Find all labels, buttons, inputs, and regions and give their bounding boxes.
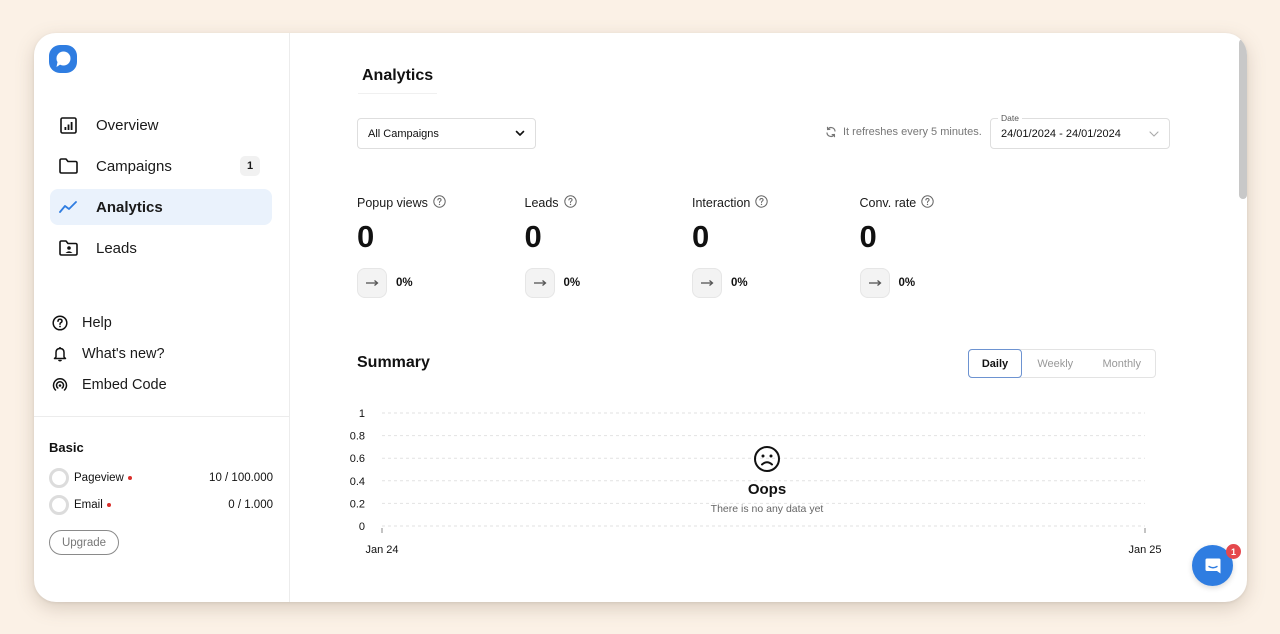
sidebar-item-campaigns[interactable]: Campaigns 1 [50,148,272,184]
help-circle-icon[interactable] [921,195,934,211]
sidebar-item-label: Campaigns [96,157,172,175]
empty-state: Oops There is no any data yet [702,445,832,515]
sidebar-item-overview[interactable]: Overview [50,107,272,143]
sidebar-item-label: Help [82,314,112,331]
stat-interaction: Interaction 0 0% [692,195,860,298]
secondary-nav: Help What's new? Embed Code [50,307,272,400]
sidebar-item-label: Leads [96,239,137,257]
chat-unread-badge: 1 [1226,544,1241,559]
stat-value: 0 [524,219,542,254]
usage-progress-ring [49,494,69,515]
y-tick-label: 0 [359,521,365,533]
stat-change: 0% [396,277,413,289]
sidebar-item-label: Analytics [96,198,163,216]
arrow-right-icon [524,268,555,298]
upgrade-button[interactable]: Upgrade [49,530,119,555]
usage-row-pageview: Pageview 10 / 100.000 [49,464,273,491]
bar-chart-icon [58,115,78,135]
stat-value: 0 [357,219,375,254]
y-tick-label: 1 [359,408,365,420]
campaign-select[interactable]: All Campaigns [357,118,536,149]
stats-row: Popup views 0 0% Leads 0 0% Interaction … [357,195,1027,298]
sidebar-item-help[interactable]: Help [50,307,272,338]
plan-title: Basic [49,440,84,455]
x-tick-label: Jan 25 [1128,544,1161,556]
stat-change: 0% [731,277,748,289]
sidebar-divider [34,416,289,417]
alert-dot [127,475,132,480]
arrow-right-icon [859,268,890,298]
page-title: Analytics [358,67,438,94]
sidebar-item-label: What's new? [82,345,165,362]
usage-value: 10 / 100.000 [209,471,273,484]
period-toggle: Daily Weekly Monthly [968,349,1156,378]
stat-popup-views: Popup views 0 0% [357,195,525,298]
usage-label: Email [74,498,103,511]
alert-dot [106,502,111,507]
chevron-down-icon [515,128,525,140]
refresh-info: It refreshes every 5 minutes. [825,126,982,138]
stat-label: Interaction [692,196,751,210]
stat-label: Conv. rate [859,196,917,210]
sidebar-item-analytics[interactable]: Analytics [50,189,272,225]
arrow-right-icon [357,268,387,298]
stat-conv-rate: Conv. rate 0 0% [859,195,1028,298]
y-tick-label: 0.6 [350,453,365,465]
app-logo[interactable] [49,45,77,73]
sad-face-icon [702,445,832,478]
help-circle-icon[interactable] [433,195,446,211]
y-tick-label: 0.2 [350,498,365,510]
usage-label: Pageview [74,471,124,484]
stat-label: Popup views [357,196,428,210]
stat-leads: Leads 0 0% [524,195,693,298]
usage-progress-ring [49,467,69,488]
usage-row-email: Email 0 / 1.000 [49,491,273,518]
chat-icon [1205,558,1220,573]
help-circle-icon [50,313,70,333]
sidebar-item-whats-new[interactable]: What's new? [50,338,272,369]
broadcast-icon [50,375,70,395]
date-range-picker[interactable]: Date 24/01/2024 - 24/01/2024 [990,113,1170,149]
empty-state-title: Oops [747,481,787,498]
x-tick-label: Jan 24 [365,544,398,556]
logo-icon [49,45,77,73]
date-range-value: 24/01/2024 - 24/01/2024 [1001,127,1121,140]
sidebar: Overview Campaigns 1 Analytics Leads Hel… [34,33,290,602]
sidebar-item-label: Embed Code [82,376,167,393]
date-field-label: Date [998,113,1022,123]
primary-nav: Overview Campaigns 1 Analytics Leads [50,107,272,271]
plan-usage: Basic Pageview 10 / 100.000 Email 0 / 1.… [49,440,273,555]
refresh-icon [826,126,836,138]
scrollbar-thumb[interactable] [1239,39,1247,199]
help-circle-icon[interactable] [563,195,577,211]
main-content: Analytics All Campaigns It refreshes eve… [290,33,1247,602]
sidebar-item-label: Overview [96,116,159,134]
stat-change: 0% [563,277,581,289]
sidebar-item-leads[interactable]: Leads [50,230,272,266]
help-circle-icon[interactable] [755,195,769,211]
stat-change: 0% [898,277,916,289]
stat-value: 0 [692,219,710,254]
period-monthly-button[interactable]: Monthly [1089,350,1156,377]
empty-state-message: There is no any data yet [710,503,824,515]
y-tick-label: 0.8 [350,431,365,443]
sidebar-item-embed-code[interactable]: Embed Code [50,369,272,400]
summary-title: Summary [357,354,430,371]
folder-icon [58,156,78,176]
y-tick-label: 0.4 [350,476,365,488]
campaign-select-value: All Campaigns [368,127,439,140]
count-badge: 1 [240,156,260,176]
stat-value: 0 [859,219,877,254]
usage-value: 0 / 1.000 [228,498,273,511]
bell-icon [50,344,70,364]
stat-label: Leads [524,196,559,210]
folder-user-icon [58,238,78,258]
app-window: Overview Campaigns 1 Analytics Leads Hel… [34,33,1247,602]
refresh-text: It refreshes every 5 minutes. [843,126,982,138]
chevron-down-icon [1149,128,1159,140]
arrow-right-icon [692,268,722,298]
period-weekly-button[interactable]: Weekly [1022,350,1089,377]
trend-line-icon [58,197,78,217]
period-daily-button[interactable]: Daily [968,349,1022,378]
